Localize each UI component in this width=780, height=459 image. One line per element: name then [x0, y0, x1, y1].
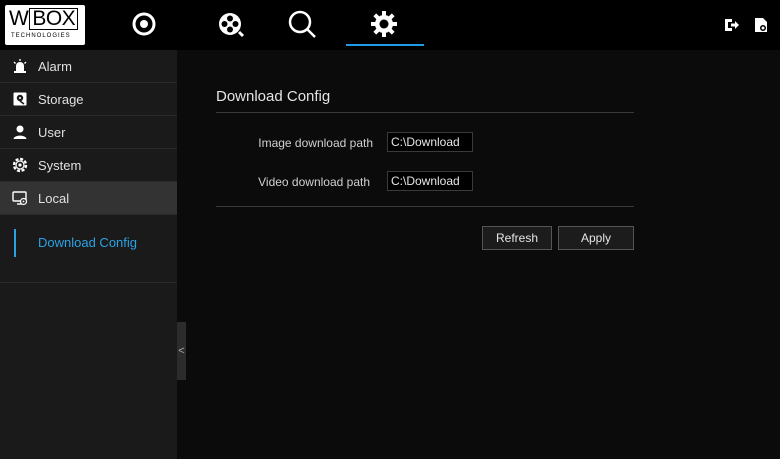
- sidebar-item-system[interactable]: System: [0, 149, 177, 182]
- system-gear-icon: [12, 157, 28, 173]
- file-icon[interactable]: [752, 16, 770, 34]
- sidebar-item-local[interactable]: Local: [0, 182, 177, 215]
- sidebar-collapse-handle[interactable]: <: [177, 322, 186, 380]
- sidebar-submenu: Download Config: [0, 215, 177, 283]
- sidebar-item-user[interactable]: User: [0, 116, 177, 149]
- main-content: Download Config Image download path Vide…: [186, 50, 780, 459]
- sidebar-item-label: System: [38, 157, 82, 173]
- brand-logo: W BOX TECHNOLOGIES: [5, 5, 85, 45]
- sidebar-subitem-download-config[interactable]: Download Config: [14, 229, 137, 257]
- local-monitor-icon: [12, 190, 28, 206]
- refresh-button[interactable]: Refresh: [482, 226, 552, 250]
- image-download-path-input[interactable]: [387, 132, 473, 152]
- user-icon: [12, 124, 28, 140]
- sidebar-item-storage[interactable]: Storage: [0, 83, 177, 116]
- logo-subtitle: TECHNOLOGIES: [11, 33, 71, 39]
- top-bar: W BOX TECHNOLOGIES: [0, 0, 780, 50]
- storage-icon: [12, 91, 28, 107]
- apply-button[interactable]: Apply: [558, 226, 634, 250]
- sidebar-item-alarm[interactable]: Alarm: [0, 50, 177, 83]
- image-path-label: Image download path: [258, 136, 373, 150]
- logout-icon[interactable]: [722, 16, 740, 34]
- page-title: Download Config: [216, 88, 331, 105]
- playback-icon[interactable]: [212, 6, 248, 42]
- live-view-icon[interactable]: [126, 6, 162, 42]
- logo-wordmark: W BOX: [9, 7, 79, 31]
- settings-gear-icon[interactable]: [366, 6, 402, 42]
- form-divider: [216, 206, 634, 207]
- video-path-label: Video download path: [258, 175, 370, 189]
- sidebar-item-label: Local: [38, 190, 70, 206]
- search-icon[interactable]: [284, 6, 320, 42]
- logo-w: W: [9, 7, 29, 30]
- sidebar-item-label: Storage: [38, 91, 84, 107]
- alarm-icon: [12, 58, 28, 74]
- title-divider: [216, 112, 634, 113]
- sidebar: Alarm Storage User System Local Download…: [0, 50, 177, 459]
- sidebar-item-label: User: [38, 124, 66, 140]
- video-download-path-input[interactable]: [387, 171, 473, 191]
- active-tab-indicator: [346, 44, 424, 46]
- logo-box: BOX: [29, 8, 79, 30]
- sidebar-item-label: Alarm: [38, 58, 72, 74]
